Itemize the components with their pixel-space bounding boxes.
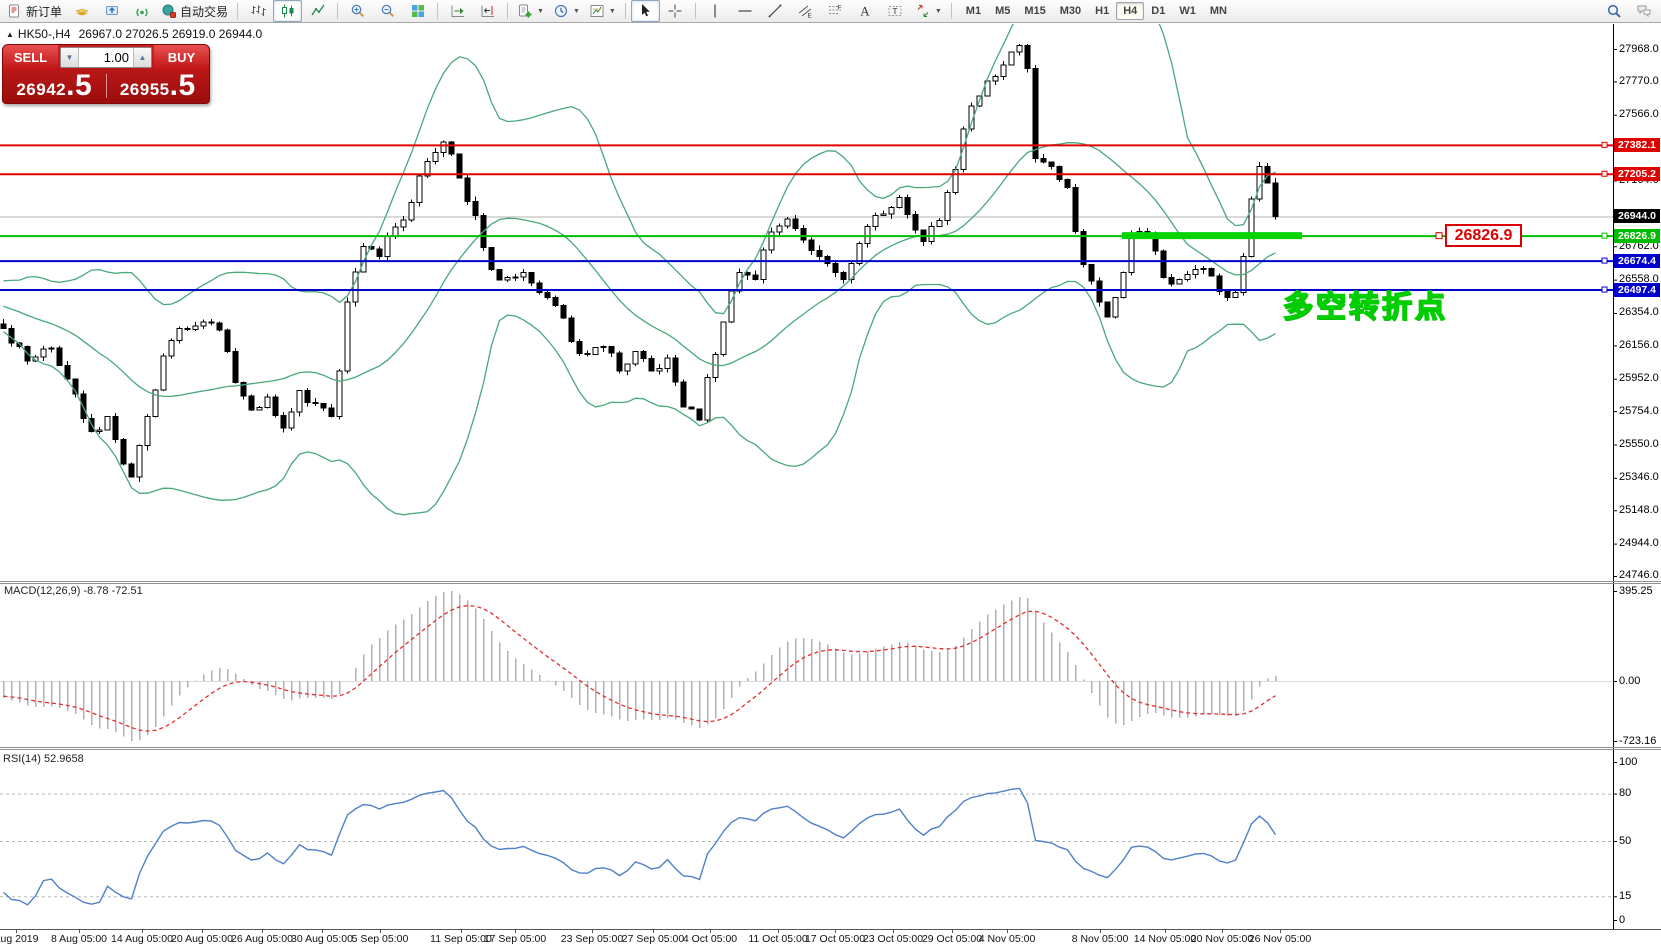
bar-chart-button[interactable] xyxy=(243,0,272,22)
svg-text:A: A xyxy=(861,4,871,19)
arrows-icon xyxy=(915,3,931,19)
book-icon xyxy=(74,3,90,19)
tile-windows-icon xyxy=(410,3,426,19)
zoom-in-button[interactable] xyxy=(343,0,372,22)
periods-button[interactable]: ▼ xyxy=(549,0,584,22)
volume-control: ▼ ▲ xyxy=(60,47,152,68)
candles-icon xyxy=(280,3,296,19)
new-order-label: 新订单 xyxy=(26,3,62,20)
volume-increase-button[interactable]: ▲ xyxy=(133,48,151,67)
signal-icon xyxy=(134,3,150,19)
dropdown-caret-icon[interactable]: ▼ xyxy=(537,8,544,15)
bars-icon xyxy=(250,3,266,19)
toolbar-separator xyxy=(437,3,438,19)
auto-scroll-button[interactable] xyxy=(443,0,472,22)
templates-button[interactable]: ▼ xyxy=(585,0,620,22)
autotrade-button[interactable]: 自动交易 xyxy=(157,0,232,22)
vertical-line-button[interactable] xyxy=(701,0,730,22)
price-level-callout[interactable]: 26826.9 xyxy=(1445,224,1522,247)
autotrade-icon xyxy=(161,3,177,19)
label-icon: T xyxy=(887,3,903,19)
timeframe-m15-button[interactable]: M15 xyxy=(1017,2,1052,20)
line-chart-icon xyxy=(310,3,326,19)
dropdown-caret-icon[interactable]: ▼ xyxy=(609,8,616,15)
toolbar-separator xyxy=(337,3,338,19)
template-icon xyxy=(589,3,605,19)
toolbar-separator xyxy=(237,3,238,19)
timeframe-w1-button[interactable]: W1 xyxy=(1172,2,1203,20)
zoom-out-icon xyxy=(380,3,396,19)
text-button[interactable]: A xyxy=(851,0,880,22)
styles-button[interactable] xyxy=(67,0,96,22)
svg-text:T: T xyxy=(893,6,898,16)
main-chart-canvas[interactable] xyxy=(0,0,1661,947)
toolbar-separator xyxy=(695,3,696,19)
dropdown-caret-icon[interactable]: ▼ xyxy=(935,8,942,15)
fibonacci-button[interactable]: F xyxy=(821,0,850,22)
autotrade-label: 自动交易 xyxy=(180,3,228,20)
publish-button[interactable] xyxy=(97,0,126,22)
svg-text:F: F xyxy=(838,5,842,12)
new-order-button[interactable]: 新订单 xyxy=(3,0,66,22)
one-click-trade-panel: SELL ▼ ▲ BUY 26942.5 26955.5 xyxy=(2,44,210,104)
volume-input[interactable] xyxy=(79,48,133,67)
candle-chart-button[interactable] xyxy=(273,0,302,22)
timeframe-h4-button[interactable]: H4 xyxy=(1116,2,1144,20)
toolbar-separator xyxy=(507,3,508,19)
timeframe-m5-button[interactable]: M5 xyxy=(988,2,1017,20)
search-icon xyxy=(1606,3,1622,19)
mt-trading-window: 新订单自动交易▼▼▼EFAT▼M1M5M15M30H1H4D1W1MN ▲HK5… xyxy=(0,0,1661,947)
timeframe-group: M1M5M15M30H1H4D1W1MN xyxy=(959,2,1234,20)
zoom-out-button[interactable] xyxy=(373,0,402,22)
vline-icon xyxy=(707,3,723,19)
sell-price[interactable]: 26942.5 xyxy=(3,73,106,100)
crosshair-button[interactable] xyxy=(661,0,690,22)
zoom-in-icon xyxy=(350,3,366,19)
toolbar-separator xyxy=(951,3,952,19)
sell-button[interactable]: SELL xyxy=(3,45,58,70)
clock-icon xyxy=(553,3,569,19)
buy-price[interactable]: 26955.5 xyxy=(107,73,210,100)
text-label-button[interactable]: T xyxy=(881,0,910,22)
text-icon: A xyxy=(857,3,873,19)
trendline-icon xyxy=(767,3,783,19)
new-order-icon xyxy=(7,3,23,19)
cursor-icon xyxy=(637,3,653,19)
signals-button[interactable] xyxy=(127,0,156,22)
timeframe-m30-button[interactable]: M30 xyxy=(1053,2,1088,20)
svg-text:E: E xyxy=(808,13,813,20)
search-button[interactable] xyxy=(1599,0,1628,22)
timeframe-d1-button[interactable]: D1 xyxy=(1144,2,1172,20)
chart-shift-button[interactable] xyxy=(473,0,502,22)
horizontal-line-button[interactable] xyxy=(731,0,760,22)
doc-plus-icon xyxy=(517,3,533,19)
channel-icon: E xyxy=(797,3,813,19)
upload-icon xyxy=(104,3,120,19)
hline-icon xyxy=(737,3,753,19)
chat-button[interactable] xyxy=(1629,0,1658,22)
chart-shift-icon xyxy=(480,3,496,19)
pivot-note-text[interactable]: 多空转折点 xyxy=(1283,282,1448,326)
volume-decrease-button[interactable]: ▼ xyxy=(61,48,79,67)
timeframe-h1-button[interactable]: H1 xyxy=(1088,2,1116,20)
auto-scroll-icon xyxy=(450,3,466,19)
tile-windows-button[interactable] xyxy=(403,0,432,22)
buy-button[interactable]: BUY xyxy=(154,45,209,70)
timeframe-mn-button[interactable]: MN xyxy=(1203,2,1234,20)
chat-icon xyxy=(1636,3,1652,19)
toolbar-separator xyxy=(625,3,626,19)
cursor-button[interactable] xyxy=(631,0,660,22)
line-chart-button[interactable] xyxy=(303,0,332,22)
trendline-button[interactable] xyxy=(761,0,790,22)
arrows-button[interactable]: ▼ xyxy=(911,0,946,22)
toolbar: 新订单 自动交易 ▼ ▼ ▼ E F A T ▼ M1M5M15M30H1H4D1W1MN xyxy=(0,0,1661,23)
new-chart-button[interactable]: ▼ xyxy=(513,0,548,22)
timeframe-m1-button[interactable]: M1 xyxy=(959,2,988,20)
crosshair-icon xyxy=(667,3,683,19)
dropdown-caret-icon[interactable]: ▼ xyxy=(573,8,580,15)
equidistant-channel-button[interactable]: E xyxy=(791,0,820,22)
fibo-icon: F xyxy=(827,3,843,19)
